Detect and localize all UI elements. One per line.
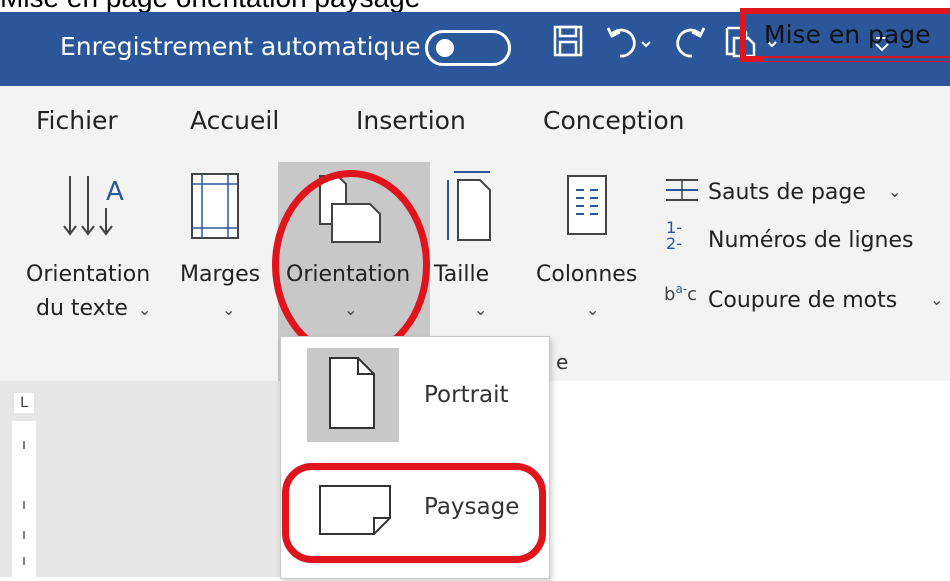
- highlight-circle: [272, 170, 430, 360]
- tab-conception[interactable]: Conception: [543, 106, 684, 135]
- tab-stop-selector[interactable]: L: [14, 393, 34, 413]
- tab-insertion[interactable]: Insertion: [356, 106, 466, 135]
- margins-label: Marges: [180, 262, 261, 287]
- chevron-down-icon: ⌄: [474, 300, 488, 319]
- text-direction-icon[interactable]: A: [60, 172, 132, 244]
- page-breaks-icon[interactable]: [664, 176, 702, 206]
- page-breaks-label[interactable]: Sauts de page: [708, 180, 866, 205]
- text-direction-label-2: du texte: [36, 296, 128, 321]
- chevron-down-icon: ⌄: [888, 182, 902, 201]
- hyphenation-icon[interactable]: ba-c: [664, 282, 697, 305]
- line-numbers-icon[interactable]: 1- 2-: [666, 220, 682, 252]
- autosave-toggle[interactable]: [425, 30, 511, 66]
- hyphenation-label[interactable]: Coupure de mots: [708, 288, 897, 313]
- portrait-label[interactable]: Portrait: [424, 382, 509, 408]
- toggle-knob: [436, 39, 454, 57]
- size-label: Taille: [434, 262, 490, 287]
- columns-icon[interactable]: [566, 174, 610, 238]
- ruler-ticks-icon: [23, 441, 25, 565]
- chevron-down-icon: ⌄: [138, 300, 152, 319]
- autosave-label: Enregistrement automatique: [60, 32, 421, 61]
- margins-icon[interactable]: [190, 172, 242, 242]
- active-tab-underline: [764, 58, 950, 61]
- chevron-down-icon: ⌄: [586, 300, 600, 319]
- tab-fichier[interactable]: Fichier: [36, 106, 118, 135]
- columns-label: Colonnes: [536, 262, 638, 287]
- vertical-ruler[interactable]: [12, 421, 36, 577]
- group-label-fragment: e: [556, 350, 569, 374]
- document-area: [0, 381, 280, 577]
- portrait-icon: [329, 357, 375, 429]
- svg-text:A: A: [106, 177, 124, 207]
- tab-accueil[interactable]: Accueil: [190, 106, 279, 135]
- undo-icon[interactable]: [606, 24, 656, 60]
- chevron-down-icon: ⌄: [222, 300, 236, 319]
- line-numbers-label[interactable]: Numéros de lignes: [708, 228, 913, 253]
- redo-icon[interactable]: [672, 24, 708, 60]
- size-icon[interactable]: [446, 170, 496, 244]
- chevron-down-icon: ⌄: [930, 290, 944, 309]
- tab-mise-en-page[interactable]: Mise en page: [764, 20, 930, 49]
- text-direction-label-1: Orientation: [26, 262, 151, 287]
- save-icon[interactable]: [552, 24, 584, 58]
- highlight-landscape-frame: [282, 463, 546, 563]
